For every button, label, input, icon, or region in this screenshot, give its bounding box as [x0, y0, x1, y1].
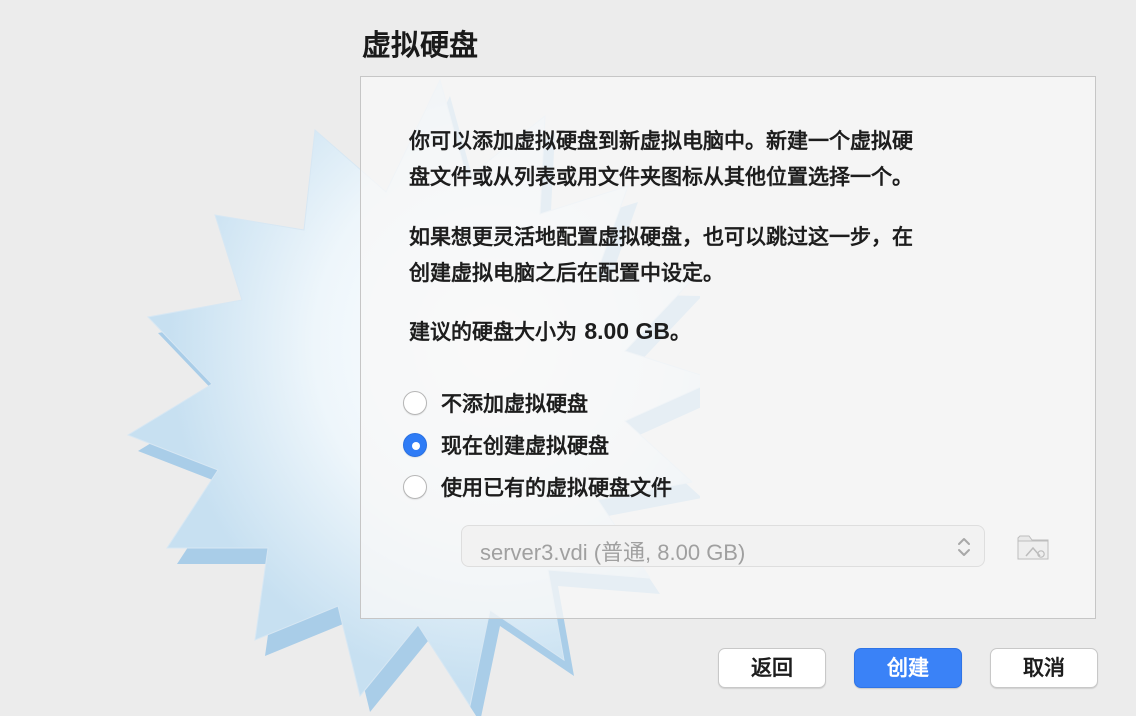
- intro-line-1: 你可以添加虚拟硬盘到新虚拟电脑中。新建一个虚拟硬: [409, 129, 913, 153]
- up-down-chevron-icon: [958, 538, 970, 556]
- note-line-2: 创建虚拟电脑之后在配置中设定。: [409, 261, 724, 285]
- cancel-button[interactable]: 取消: [990, 648, 1098, 688]
- folder-icon[interactable]: [1015, 529, 1051, 563]
- note-line-1: 如果想更灵活地配置虚拟硬盘，也可以跳过这一步，在: [409, 225, 913, 249]
- page-title: 虚拟硬盘: [362, 28, 479, 62]
- content-panel: 你可以添加虚拟硬盘到新虚拟电脑中。新建一个虚拟硬 盘文件或从列表或用文件夹图标从…: [360, 76, 1096, 619]
- back-button[interactable]: 返回: [718, 648, 826, 688]
- create-button[interactable]: 创建: [854, 648, 962, 688]
- radio-button-selected-icon[interactable]: [403, 433, 427, 457]
- disk-file-select-value: server3.vdi (普通, 8.00 GB): [480, 540, 746, 565]
- intro-text: 你可以添加虚拟硬盘到新虚拟电脑中。新建一个虚拟硬 盘文件或从列表或用文件夹图标从…: [409, 123, 1059, 195]
- radio-no-disk[interactable]: 不添加虚拟硬盘: [403, 387, 588, 419]
- disk-file-select[interactable]: server3.vdi (普通, 8.00 GB): [461, 525, 985, 567]
- radio-no-disk-label[interactable]: 不添加虚拟硬盘: [441, 388, 588, 418]
- radio-button-icon[interactable]: [403, 475, 427, 499]
- radio-existing-disk[interactable]: 使用已有的虚拟硬盘文件: [403, 471, 672, 503]
- recommend-prefix: 建议的硬盘大小为: [409, 320, 585, 344]
- intro-line-2: 盘文件或从列表或用文件夹图标从其他位置选择一个。: [409, 165, 913, 189]
- radio-existing-disk-label[interactable]: 使用已有的虚拟硬盘文件: [441, 472, 672, 502]
- recommend-suffix: 。: [669, 320, 691, 344]
- radio-create-disk-label[interactable]: 现在创建虚拟硬盘: [441, 430, 609, 460]
- radio-create-disk[interactable]: 现在创建虚拟硬盘: [403, 429, 609, 461]
- recommended-size-text: 建议的硬盘大小为 8.00 GB。: [409, 313, 1059, 350]
- note-text: 如果想更灵活地配置虚拟硬盘，也可以跳过这一步，在 创建虚拟电脑之后在配置中设定。: [409, 219, 1059, 291]
- recommended-size-value: 8.00 GB: [584, 318, 670, 344]
- radio-button-icon[interactable]: [403, 391, 427, 415]
